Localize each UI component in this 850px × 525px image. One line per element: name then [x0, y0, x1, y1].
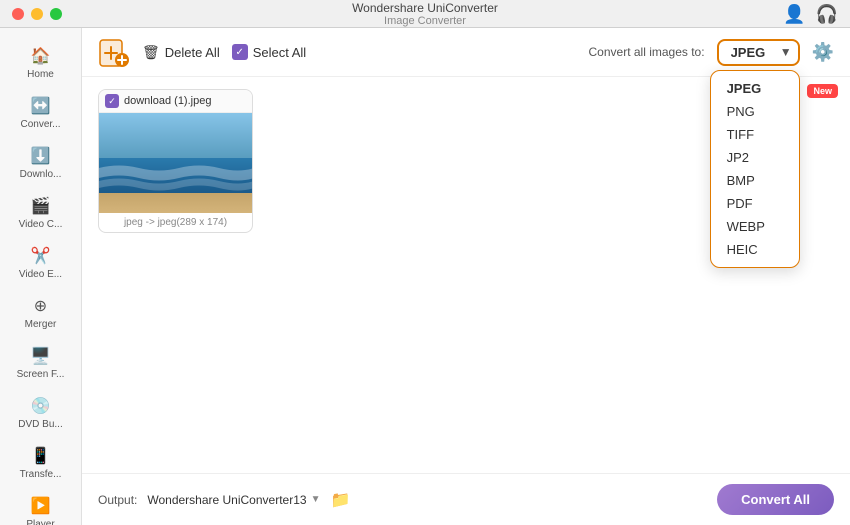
user-icon[interactable]: 👤	[783, 4, 805, 25]
sidebar: 🏠 Home ↔️ Conver... ⬇️ Downlo... 🎬 Video…	[0, 28, 82, 525]
format-option-bmp[interactable]: BMP	[711, 169, 799, 192]
settings-button[interactable]: ⚙️	[812, 42, 834, 63]
file-card-header: ✓ download (1).jpeg	[99, 90, 252, 113]
bottom-bar: Output: Wondershare UniConverter13 ▼ 📁 C…	[82, 473, 850, 525]
trash-icon: 🗑	[142, 44, 160, 61]
transfer-icon: 📱	[31, 446, 51, 466]
sidebar-item-screen[interactable]: 🖥️ Screen F...	[0, 338, 81, 388]
home-icon: 🏠	[31, 46, 51, 66]
file-thumbnail	[99, 113, 253, 213]
app-body: 🏠 Home ↔️ Conver... ⬇️ Downlo... 🎬 Video…	[0, 28, 850, 525]
player-icon: ▶️	[31, 496, 51, 516]
file-card: ✓ download (1).jpeg	[98, 89, 253, 233]
sidebar-item-transfer[interactable]: 📱 Transfe...	[0, 438, 81, 488]
output-path-text: Wondershare UniConverter13	[147, 493, 306, 507]
file-meta: jpeg -> jpeg(289 x 174)	[99, 213, 252, 232]
sidebar-label-video-c: Video C...	[19, 219, 63, 230]
format-option-jp2[interactable]: JP2	[711, 146, 799, 169]
select-all-button[interactable]: ✓ Select All	[232, 44, 306, 60]
sidebar-item-dvd[interactable]: 💿 DVD Bu...	[0, 388, 81, 438]
headset-icon[interactable]: 🎧	[816, 4, 838, 25]
dvd-icon: 💿	[31, 396, 51, 416]
sidebar-item-video-e[interactable]: ✂️ Video E...	[0, 238, 81, 288]
folder-icon[interactable]: 📁	[330, 490, 350, 510]
screen-icon: 🖥️	[31, 346, 51, 366]
window-controls[interactable]	[12, 8, 62, 20]
delete-all-button[interactable]: 🗑 Delete All	[142, 44, 220, 61]
format-option-heic[interactable]: HEIC	[711, 238, 799, 261]
sidebar-label-player: Player	[26, 519, 54, 525]
sidebar-label-screen: Screen F...	[17, 369, 65, 380]
convert-all-button[interactable]: Convert All	[717, 484, 834, 515]
output-label: Output:	[98, 493, 137, 507]
sidebar-item-video-c[interactable]: 🎬 Video C...	[0, 188, 81, 238]
format-dropdown-wrapper: JPEG PNG TIFF JP2 BMP PDF WEBP HEIC ▼ JP…	[717, 39, 800, 66]
sidebar-item-merger[interactable]: ⊕ Merger	[0, 288, 81, 338]
file-checkbox[interactable]: ✓	[105, 94, 119, 108]
format-option-pdf[interactable]: PDF	[711, 192, 799, 215]
sidebar-label-transfer: Transfe...	[20, 469, 62, 480]
add-file-button[interactable]	[98, 36, 130, 68]
title-bar: Wondershare UniConverter Image Converter…	[0, 0, 850, 28]
checkbox-icon: ✓	[232, 44, 248, 60]
output-path[interactable]: Wondershare UniConverter13 ▼	[147, 493, 320, 507]
delete-all-label: Delete All	[165, 45, 220, 60]
format-option-tiff[interactable]: TIFF	[711, 123, 799, 146]
convert-images-label: Convert all images to:	[589, 45, 705, 59]
close-button[interactable]	[12, 8, 24, 20]
format-options-list: JPEG PNG TIFF JP2 BMP PDF WEBP HEIC	[710, 70, 800, 268]
maximize-button[interactable]	[50, 8, 62, 20]
sidebar-item-home[interactable]: 🏠 Home	[0, 38, 81, 88]
video-c-icon: 🎬	[31, 196, 51, 216]
toolbar: 🗑 Delete All ✓ Select All Convert all im…	[82, 28, 850, 77]
new-badge: New	[807, 84, 838, 98]
sidebar-label-converter: Conver...	[20, 119, 60, 130]
format-option-jpeg[interactable]: JPEG	[711, 77, 799, 100]
minimize-button[interactable]	[31, 8, 43, 20]
sidebar-label-home: Home	[27, 69, 54, 80]
file-name: download (1).jpeg	[124, 95, 211, 107]
output-chevron-icon: ▼	[311, 494, 321, 505]
format-option-png[interactable]: PNG	[711, 100, 799, 123]
sidebar-item-player[interactable]: ▶️ Player	[0, 488, 81, 525]
sidebar-label-video-e: Video E...	[19, 269, 62, 280]
sidebar-item-converter[interactable]: ↔️ Conver...	[0, 88, 81, 138]
sidebar-label-dvd: DVD Bu...	[18, 419, 62, 430]
content-area: 🗑 Delete All ✓ Select All Convert all im…	[82, 28, 850, 525]
video-e-icon: ✂️	[31, 246, 51, 266]
sidebar-item-downloader[interactable]: ⬇️ Downlo...	[0, 138, 81, 188]
app-title: Wondershare UniConverter	[352, 1, 498, 15]
sidebar-label-downloader: Downlo...	[20, 169, 62, 180]
top-right-icons: 👤 🎧	[783, 4, 838, 25]
format-select[interactable]: JPEG PNG TIFF JP2 BMP PDF WEBP HEIC	[717, 39, 800, 66]
select-all-label: Select All	[253, 45, 306, 60]
converter-icon: ↔️	[31, 96, 51, 116]
download-icon: ⬇️	[31, 146, 51, 166]
app-subtitle: Image Converter	[384, 15, 466, 27]
format-option-webp[interactable]: WEBP	[711, 215, 799, 238]
merger-icon: ⊕	[31, 296, 51, 316]
add-file-icon	[98, 36, 130, 68]
sidebar-label-merger: Merger	[25, 319, 57, 330]
